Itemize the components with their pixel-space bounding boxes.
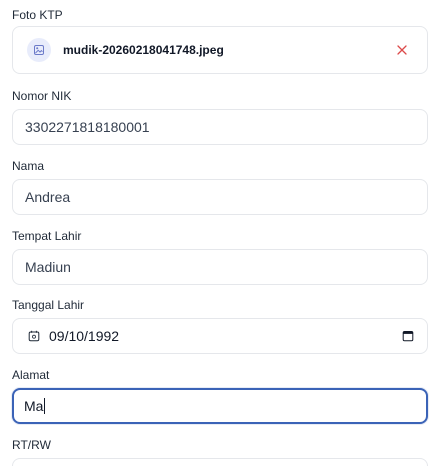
remove-file-button[interactable] (389, 37, 415, 63)
rtrw-label: RT/RW (12, 438, 51, 452)
birthdate-field[interactable]: 09/10/1992 (12, 318, 428, 354)
name-field[interactable] (12, 179, 428, 215)
photo-label: Foto KTP (12, 8, 63, 22)
address-field[interactable]: Ma (12, 388, 428, 424)
date-picker-icon[interactable] (401, 329, 415, 343)
nik-input[interactable] (13, 110, 427, 144)
birthdate-value: 09/10/1992 (49, 328, 120, 344)
file-name: mudik-20260218041748.jpeg (63, 43, 224, 57)
name-input[interactable] (13, 180, 427, 214)
birthplace-field[interactable] (12, 249, 428, 285)
ktp-form: Foto KTP mudik-20260218041748.jpeg Nomor… (0, 0, 442, 466)
address-input[interactable]: Ma (14, 390, 426, 422)
birthplace-input[interactable] (13, 250, 427, 284)
birthplace-label: Tempat Lahir (12, 229, 82, 243)
nik-field[interactable] (12, 109, 428, 145)
image-file-icon (27, 38, 51, 62)
close-icon (397, 45, 407, 55)
birthdate-label: Tanggal Lahir (12, 298, 85, 312)
address-label: Alamat (12, 368, 50, 382)
calendar-icon (27, 329, 41, 343)
rtrw-field[interactable] (12, 458, 428, 466)
uploaded-file-card[interactable]: mudik-20260218041748.jpeg (12, 26, 428, 74)
address-value: Ma (24, 398, 44, 414)
name-label: Nama (12, 159, 45, 173)
nik-label: Nomor NIK (12, 89, 72, 103)
text-cursor (44, 398, 46, 414)
